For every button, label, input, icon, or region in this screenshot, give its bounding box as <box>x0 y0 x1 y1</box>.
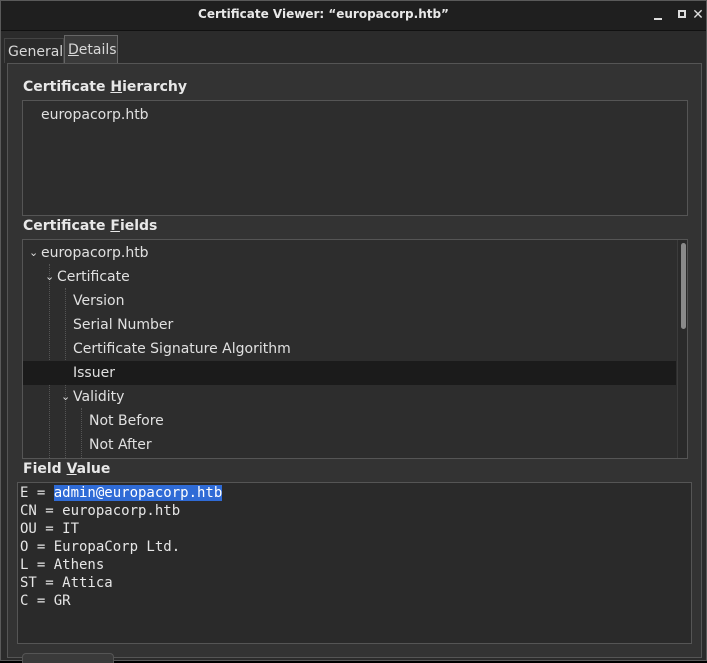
certificate-viewer-window: Certificate Viewer: “europacorp.htb” ✕ G… <box>0 0 707 663</box>
value-line: CN = europacorp.htb <box>20 503 181 519</box>
tree-row[interactable]: ⌄ Validity <box>23 385 676 409</box>
chevron-down-icon[interactable]: ⌄ <box>45 265 54 289</box>
maximize-icon <box>678 10 686 18</box>
tree-row[interactable]: Certificate Signature Algorithm <box>23 337 676 361</box>
tab-details[interactable]: Details <box>64 35 118 63</box>
tree-row[interactable]: Serial Number <box>23 313 676 337</box>
value-line: L = Athens <box>20 557 105 573</box>
field-value-label: Field Value <box>23 461 111 477</box>
tab-general-label: General <box>8 44 64 60</box>
tab-general[interactable]: General <box>4 38 64 63</box>
chevron-down-icon[interactable]: ⌄ <box>29 241 38 265</box>
close-button[interactable]: ✕ <box>689 6 707 24</box>
value-line: ST = Attica <box>20 575 113 591</box>
tree-row-selected[interactable]: Issuer <box>23 361 676 385</box>
value-line: C = GR <box>20 593 71 609</box>
minimize-button[interactable] <box>650 6 668 24</box>
value-line: O = EuropaCorp Ltd. <box>20 539 181 555</box>
tree-row[interactable]: ⌄ Certificate <box>23 265 676 289</box>
tree-row[interactable]: ⌄ europacorp.htb <box>23 241 676 265</box>
field-value-textarea[interactable]: E = admin@europacorp.htb CN = europacorp… <box>17 482 692 644</box>
scrollbar-thumb[interactable] <box>681 243 686 329</box>
selected-text: admin@europacorp.htb <box>53 485 223 501</box>
value-line: E = admin@europacorp.htb <box>20 485 223 501</box>
fields-scrollbar[interactable] <box>677 240 687 458</box>
certificate-hierarchy-tree[interactable]: europacorp.htb <box>22 100 688 216</box>
tree-row[interactable]: Not After <box>23 433 676 457</box>
close-icon: ✕ <box>692 7 704 23</box>
certificate-fields-label: Certificate Fields <box>23 218 158 234</box>
tab-details-label: etails <box>78 42 117 58</box>
export-button[interactable] <box>22 653 114 663</box>
tree-row[interactable]: Not Before <box>23 409 676 433</box>
tab-details-mnemonic: D <box>68 42 79 58</box>
certificate-fields-tree[interactable]: ⌄ europacorp.htb ⌄ Certificate Version S… <box>22 239 688 459</box>
certificate-hierarchy-label: Certificate Hierarchy <box>23 79 188 95</box>
value-line: OU = IT <box>20 521 80 537</box>
details-panel: Certificate Hierarchy europacorp.htb Cer… <box>7 63 702 663</box>
minimize-icon <box>654 18 662 20</box>
window-title: Certificate Viewer: “europacorp.htb” <box>198 7 449 21</box>
titlebar: Certificate Viewer: “europacorp.htb” ✕ <box>1 1 706 31</box>
hierarchy-item[interactable]: europacorp.htb <box>41 107 149 123</box>
chevron-down-icon[interactable]: ⌄ <box>61 385 70 409</box>
tree-row[interactable]: Version <box>23 289 676 313</box>
